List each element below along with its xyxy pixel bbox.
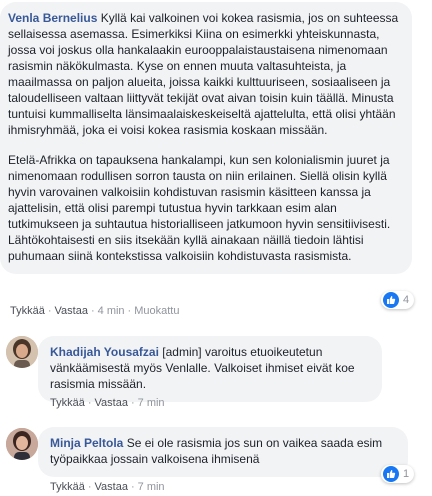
comment-author-link[interactable]: Khadijah Yousafzai xyxy=(50,345,159,359)
reply-link[interactable]: Vastaa xyxy=(95,397,128,409)
reaction-count: 1 xyxy=(403,468,410,480)
timestamp[interactable]: 7 min xyxy=(138,481,165,493)
comment-bubble-khadijah: Khadijah Yousafzai [admin] varoitus etuo… xyxy=(38,336,382,402)
reply-link[interactable]: Vastaa xyxy=(55,305,88,317)
reply-link[interactable]: Vastaa xyxy=(95,481,128,493)
timestamp[interactable]: 7 min xyxy=(138,397,165,409)
like-link[interactable]: Tykkää xyxy=(10,305,45,317)
avatar[interactable] xyxy=(6,336,38,368)
comment-actions: Tykkää · Vastaa · 7 min xyxy=(50,481,165,493)
comment-bubble-minja: Minja Peltola Se ei ole rasismia jos sun… xyxy=(38,427,408,477)
comment-author-link[interactable]: Minja Peltola xyxy=(50,436,123,450)
like-link[interactable]: Tykkää xyxy=(50,397,85,409)
avatar[interactable] xyxy=(6,428,38,460)
reaction-count: 4 xyxy=(403,294,410,306)
comment-bubble-venla: Venla Bernelius Kyllä kai valkoinen voi … xyxy=(0,2,412,274)
comment-paragraph-1: Kyllä kai valkoinen voi kokea rasismia, … xyxy=(8,11,399,137)
like-link[interactable]: Tykkää xyxy=(50,481,85,493)
comment-paragraph-2: Etelä-Afrikka on tapauksena hankalampi, … xyxy=(8,153,391,263)
comment-author-link[interactable]: Venla Bernelius xyxy=(8,11,97,25)
like-icon xyxy=(383,466,399,482)
reaction-count-badge[interactable]: 1 xyxy=(381,465,415,483)
comment-text: Venla Bernelius Kyllä kai valkoinen voi … xyxy=(8,10,404,138)
comment-actions: Tykkää · Vastaa · 4 min · Muokattu xyxy=(10,305,180,317)
edited-label[interactable]: Muokattu xyxy=(134,305,179,317)
timestamp[interactable]: 4 min xyxy=(98,305,125,317)
like-icon xyxy=(383,292,399,308)
reaction-count-badge[interactable]: 4 xyxy=(381,291,415,309)
comment-actions: Tykkää · Vastaa · 7 min xyxy=(50,397,165,409)
